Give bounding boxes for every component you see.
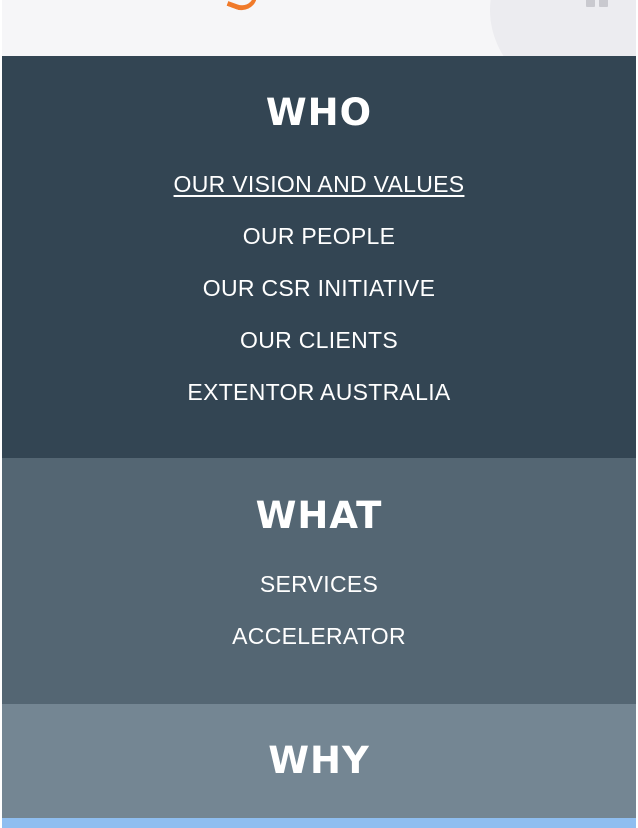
menu-frame: WHO OUR VISION AND VALUES OUR PEOPLE OUR…	[2, 0, 636, 828]
list-item: SERVICES	[2, 558, 636, 610]
link-our-clients[interactable]: OUR CLIENTS	[240, 327, 398, 353]
nav-section-who: WHO OUR VISION AND VALUES OUR PEOPLE OUR…	[2, 56, 636, 458]
link-accelerator[interactable]: ACCELERATOR	[232, 623, 406, 649]
link-our-csr-initiative[interactable]: OUR CSR INITIATIVE	[203, 275, 435, 301]
who-links: OUR VISION AND VALUES OUR PEOPLE OUR CSR…	[2, 158, 636, 418]
link-our-people[interactable]: OUR PEOPLE	[243, 223, 396, 249]
section-heading-who[interactable]: WHO	[2, 56, 636, 131]
bottom-bar	[2, 818, 636, 828]
list-item: EXTENTOR AUSTRALIA	[2, 366, 636, 418]
link-extentor-australia[interactable]: EXTENTOR AUSTRALIA	[187, 379, 450, 405]
menu-icon[interactable]	[586, 0, 622, 7]
section-heading-what[interactable]: WHAT	[2, 458, 636, 534]
list-item: OUR VISION AND VALUES	[2, 158, 636, 210]
list-item: OUR PEOPLE	[2, 210, 636, 262]
logo-icon[interactable]	[226, 0, 260, 15]
nav-section-what: WHAT SERVICES ACCELERATOR	[2, 458, 636, 704]
list-item: OUR CSR INITIATIVE	[2, 262, 636, 314]
what-links: SERVICES ACCELERATOR	[2, 558, 636, 662]
header-decoration	[490, 0, 636, 56]
link-services[interactable]: SERVICES	[260, 571, 378, 597]
site-header	[2, 0, 636, 56]
link-our-vision-and-values[interactable]: OUR VISION AND VALUES	[174, 171, 465, 197]
section-heading-why[interactable]: WHY	[2, 704, 636, 779]
list-item: OUR CLIENTS	[2, 314, 636, 366]
nav-section-why: WHY	[2, 704, 636, 818]
list-item: ACCELERATOR	[2, 610, 636, 662]
